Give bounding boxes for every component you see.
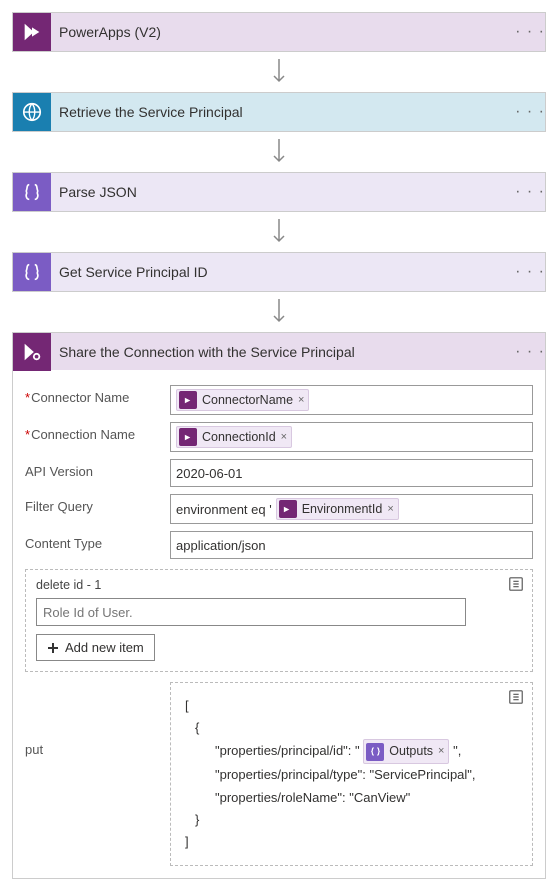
label-connector-name: Connector Name [25,385,170,405]
step-title: PowerApps (V2) [51,24,515,40]
token-icon [366,743,384,761]
array-toggle-icon[interactable] [508,689,524,712]
step-menu-button[interactable]: · · · [515,343,545,361]
step-header[interactable]: Share the Connection with the Service Pr… [12,332,546,370]
share-icon [13,333,51,371]
braces-icon [13,173,51,211]
flow-step-parse-json[interactable]: Parse JSON · · · [12,172,546,212]
arrow-down-icon [12,292,546,332]
step-title: Parse JSON [51,184,515,200]
put-body-input[interactable]: [ { "properties/principal/id": " Outputs… [170,682,533,866]
token-remove-icon[interactable]: × [298,394,304,406]
step-menu-button[interactable]: · · · [515,23,545,41]
input-connector-name[interactable]: ConnectorName × [170,385,533,415]
label-filter-query: Filter Query [25,494,170,514]
input-content-type[interactable]: application/json [170,531,533,559]
step-menu-button[interactable]: · · · [515,103,545,121]
flow-step-powerapps[interactable]: PowerApps (V2) · · · [12,12,546,52]
input-filter-query[interactable]: environment eq ' EnvironmentId × [170,494,533,524]
step-menu-button[interactable]: · · · [515,263,545,281]
globe-icon [13,93,51,131]
input-connection-name[interactable]: ConnectionId × [170,422,533,452]
role-id-input[interactable] [36,598,466,626]
put-label: put [25,682,170,757]
token-connection-id[interactable]: ConnectionId × [176,426,292,448]
braces-icon [13,253,51,291]
token-remove-icon[interactable]: × [281,431,287,443]
delete-id-label: delete id - 1 [36,578,522,592]
step-title: Get Service Principal ID [51,264,515,280]
token-remove-icon[interactable]: × [387,503,393,515]
flow-step-retrieve-sp[interactable]: Retrieve the Service Principal · · · [12,92,546,132]
step-menu-button[interactable]: · · · [515,183,545,201]
arrow-down-icon [12,132,546,172]
step-title: Share the Connection with the Service Pr… [51,344,515,360]
token-icon [279,500,297,518]
token-icon [179,391,197,409]
arrow-down-icon [12,212,546,252]
powerapps-icon [13,13,51,51]
add-new-item-button[interactable]: Add new item [36,634,155,661]
arrow-down-icon [12,52,546,92]
token-outputs[interactable]: Outputs × [363,739,449,764]
array-toggle-icon[interactable] [508,576,524,595]
token-icon [179,428,197,446]
label-connection-name: Connection Name [25,422,170,442]
token-environment-id[interactable]: EnvironmentId × [276,498,399,520]
flow-step-share-connection: Share the Connection with the Service Pr… [12,332,546,879]
label-content-type: Content Type [25,531,170,551]
token-remove-icon[interactable]: × [438,742,444,761]
delete-id-section: delete id - 1 Add new item [25,569,533,672]
step-title: Retrieve the Service Principal [51,104,515,120]
token-connector-name[interactable]: ConnectorName × [176,389,309,411]
flow-step-get-sp-id[interactable]: Get Service Principal ID · · · [12,252,546,292]
input-api-version[interactable]: 2020-06-01 [170,459,533,487]
label-api-version: API Version [25,459,170,479]
